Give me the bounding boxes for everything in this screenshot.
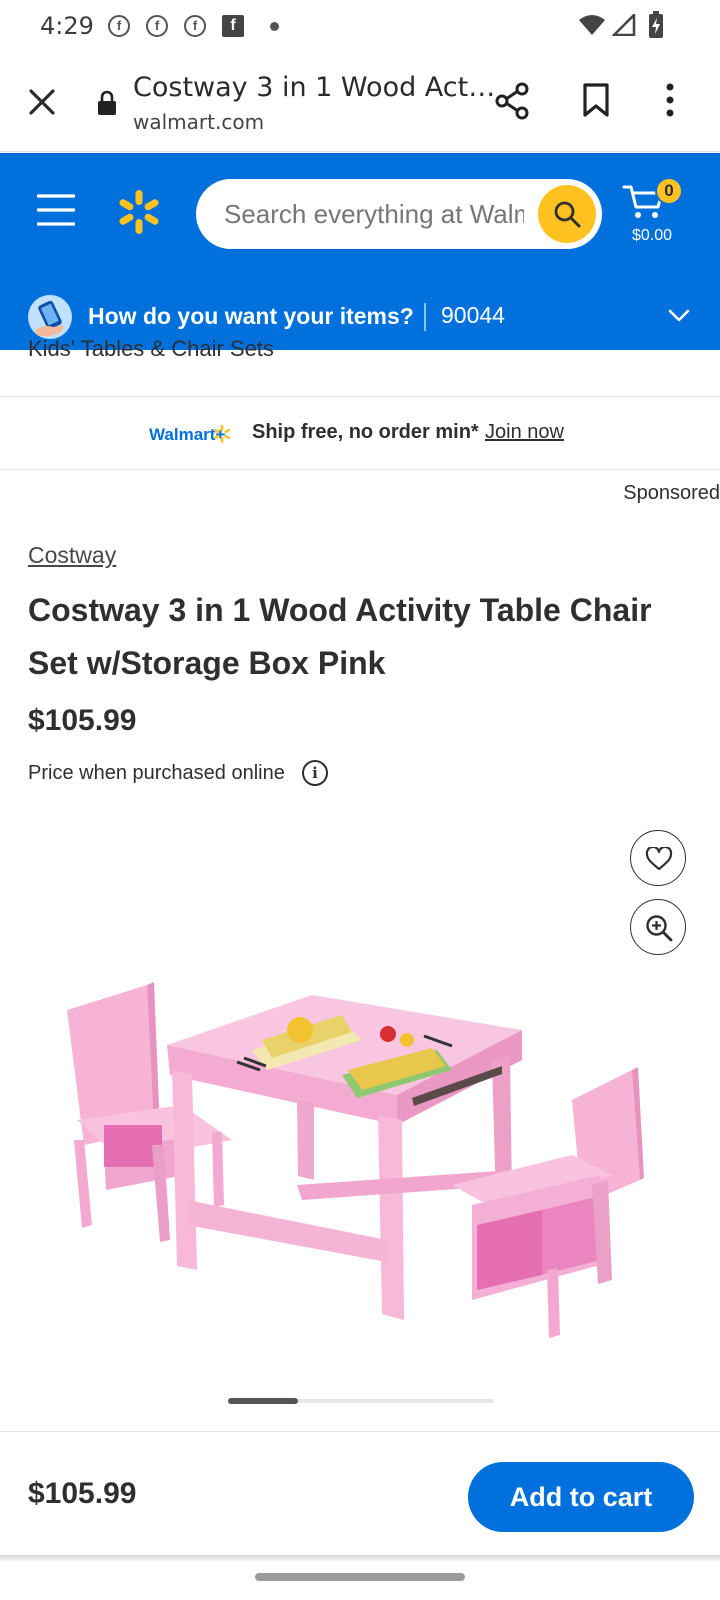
info-icon[interactable]: i (302, 760, 328, 786)
page-title[interactable]: Costway 3 in 1 Wood Act… (133, 72, 495, 103)
facebook-notification-icon: f (184, 15, 206, 37)
sponsored-label[interactable]: Sponsored (623, 482, 720, 505)
search-bar (196, 179, 602, 249)
cellular-signal-icon (612, 14, 636, 36)
walmart-spark-logo-icon[interactable] (114, 187, 164, 237)
menu-icon[interactable] (37, 193, 75, 227)
status-time: 4:29 (40, 12, 94, 40)
status-bar: 4:29 f f f f (0, 0, 720, 52)
browser-toolbar: Costway 3 in 1 Wood Act… walmart.com (0, 52, 720, 152)
price-note: Price when purchased online (28, 762, 285, 784)
battery-charging-icon (649, 11, 663, 38)
left-chair-illustration (67, 982, 232, 1242)
zoom-image-button[interactable] (630, 899, 686, 955)
cart-total[interactable]: $0.00 (632, 227, 672, 245)
product-price: $105.99 (28, 704, 137, 737)
search-icon (554, 201, 581, 228)
divider (0, 469, 720, 470)
share-icon[interactable] (494, 82, 530, 120)
add-to-cart-button[interactable]: Add to cart (468, 1462, 694, 1532)
wifi-icon (579, 15, 605, 35)
brand-link[interactable]: Costway (28, 542, 116, 569)
home-gesture-handle[interactable] (255, 1573, 465, 1581)
more-notifications-dot-icon (270, 22, 279, 31)
search-button[interactable] (538, 185, 596, 243)
product-image[interactable] (52, 970, 672, 1380)
lock-icon (98, 90, 116, 115)
chevron-down-icon (668, 309, 690, 322)
delivery-prompt: How do you want your items? (88, 303, 414, 329)
walmart-header: 0 $0.00 How do you want your items? 9004… (0, 153, 720, 350)
page-domain[interactable]: walmart.com (133, 110, 264, 134)
promo-text: Ship free, no order min* (252, 421, 479, 443)
search-input[interactable] (224, 179, 524, 249)
delivery-zip-code: 90044 (441, 302, 505, 328)
facebook-app-icon: f (222, 15, 244, 37)
bookmark-icon[interactable] (582, 82, 610, 118)
close-icon[interactable] (28, 88, 56, 116)
heart-icon (645, 847, 673, 871)
delivery-divider (424, 303, 426, 331)
more-vert-icon[interactable] (664, 82, 676, 118)
join-now-link[interactable]: Join now (485, 421, 564, 444)
image-carousel-indicator[interactable] (228, 1398, 298, 1404)
delivery-intent-icon (28, 295, 72, 339)
walmart-plus-spark-icon (214, 425, 230, 443)
add-to-favorites-button[interactable] (630, 830, 686, 886)
sticky-add-to-cart-bar: $105.99 Add to cart (0, 1431, 720, 1557)
facebook-notification-icon: f (146, 15, 168, 37)
breadcrumb[interactable]: Kids' Tables & Chair Sets (28, 336, 274, 362)
product-title: Costway 3 in 1 Wood Activity Table Chair… (28, 592, 652, 681)
sticky-price: $105.99 (28, 1477, 137, 1510)
right-chair-illustration (452, 1067, 644, 1338)
cart-count-badge: 0 (655, 177, 683, 205)
zoom-in-icon (646, 915, 673, 942)
facebook-notification-icon: f (108, 15, 130, 37)
divider (0, 396, 720, 397)
navigation-bar-divider (0, 1555, 720, 1561)
